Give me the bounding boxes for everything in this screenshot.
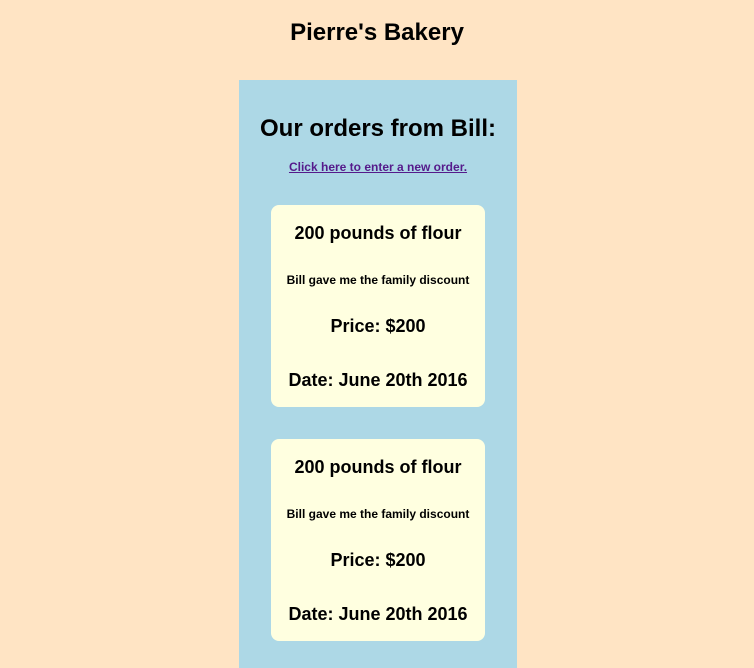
site-title: Pierre's Bakery — [290, 19, 464, 46]
order-card: 200 pounds of flour Bill gave me the fam… — [271, 205, 485, 407]
order-note: Bill gave me the family discount — [286, 273, 470, 287]
order-price: Price: $200 — [330, 550, 426, 570]
new-order-link[interactable]: Click here to enter a new order. — [239, 159, 517, 175]
order-date: Date: June 20th 2016 — [288, 604, 468, 624]
order-card: 200 pounds of flour Bill gave me the fam… — [271, 439, 485, 641]
order-product: 200 pounds of flour — [294, 457, 462, 477]
order-product: 200 pounds of flour — [294, 223, 462, 243]
order-note: Bill gave me the family discount — [286, 507, 470, 521]
panel-heading: Our orders from Bill: — [259, 115, 497, 142]
order-date: Date: June 20th 2016 — [288, 370, 468, 390]
orders-panel: Our orders from Bill: Click here to ente… — [239, 80, 517, 668]
order-price: Price: $200 — [330, 316, 426, 336]
